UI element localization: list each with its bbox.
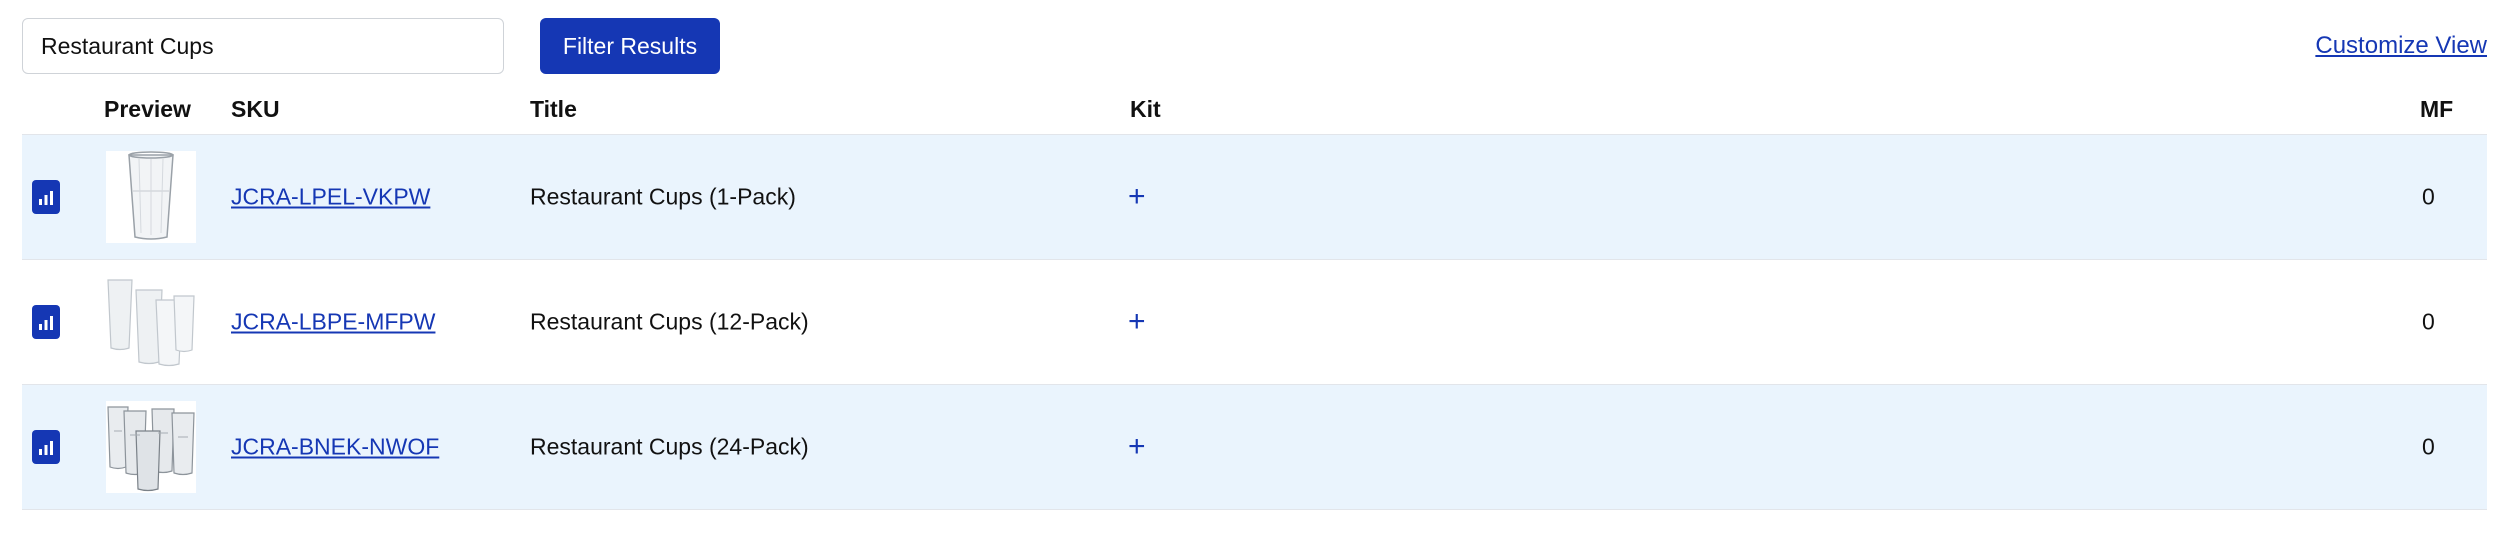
mf-value: 0 bbox=[2422, 308, 2435, 335]
results-table: Preview SKU Title Kit MF JCRA-LPEL-VKPW … bbox=[22, 88, 2487, 510]
product-title: Restaurant Cups (24-Pack) bbox=[530, 433, 809, 460]
mf-value: 0 bbox=[2422, 433, 2435, 460]
mf-value: 0 bbox=[2422, 183, 2435, 210]
plus-icon[interactable]: + bbox=[1128, 432, 1146, 462]
column-header-sku: SKU bbox=[231, 96, 280, 122]
product-title: Restaurant Cups (12-Pack) bbox=[530, 308, 809, 335]
column-header-title: Title bbox=[530, 96, 577, 122]
product-thumbnail bbox=[106, 151, 196, 243]
bar-chart-icon[interactable] bbox=[32, 430, 60, 464]
table-row: JCRA-LPEL-VKPW Restaurant Cups (1-Pack) … bbox=[22, 135, 2487, 260]
sku-link[interactable]: JCRA-BNEK-NWOF bbox=[231, 434, 439, 461]
product-thumbnail bbox=[106, 276, 196, 368]
filter-results-button[interactable]: Filter Results bbox=[540, 18, 720, 74]
toolbar: Filter Results Customize View bbox=[22, 18, 2487, 74]
column-header-mf: MF bbox=[2420, 96, 2454, 122]
bar-chart-icon[interactable] bbox=[32, 305, 60, 339]
bar-chart-icon[interactable] bbox=[32, 180, 60, 214]
sku-link[interactable]: JCRA-LPEL-VKPW bbox=[231, 184, 430, 211]
table-row: JCRA-LBPE-MFPW Restaurant Cups (12-Pack)… bbox=[22, 260, 2487, 385]
product-thumbnail bbox=[106, 401, 196, 493]
table-header: Preview SKU Title Kit MF bbox=[22, 88, 2487, 135]
product-title: Restaurant Cups (1-Pack) bbox=[530, 183, 796, 210]
search-input[interactable] bbox=[22, 18, 504, 74]
column-header-kit: Kit bbox=[1130, 96, 1161, 122]
plus-icon[interactable]: + bbox=[1128, 182, 1146, 212]
plus-icon[interactable]: + bbox=[1128, 307, 1146, 337]
table-row: JCRA-BNEK-NWOF Restaurant Cups (24-Pack)… bbox=[22, 385, 2487, 510]
customize-view-link[interactable]: Customize View bbox=[2315, 32, 2487, 60]
sku-link[interactable]: JCRA-LBPE-MFPW bbox=[231, 309, 435, 336]
column-header-preview: Preview bbox=[104, 96, 191, 122]
